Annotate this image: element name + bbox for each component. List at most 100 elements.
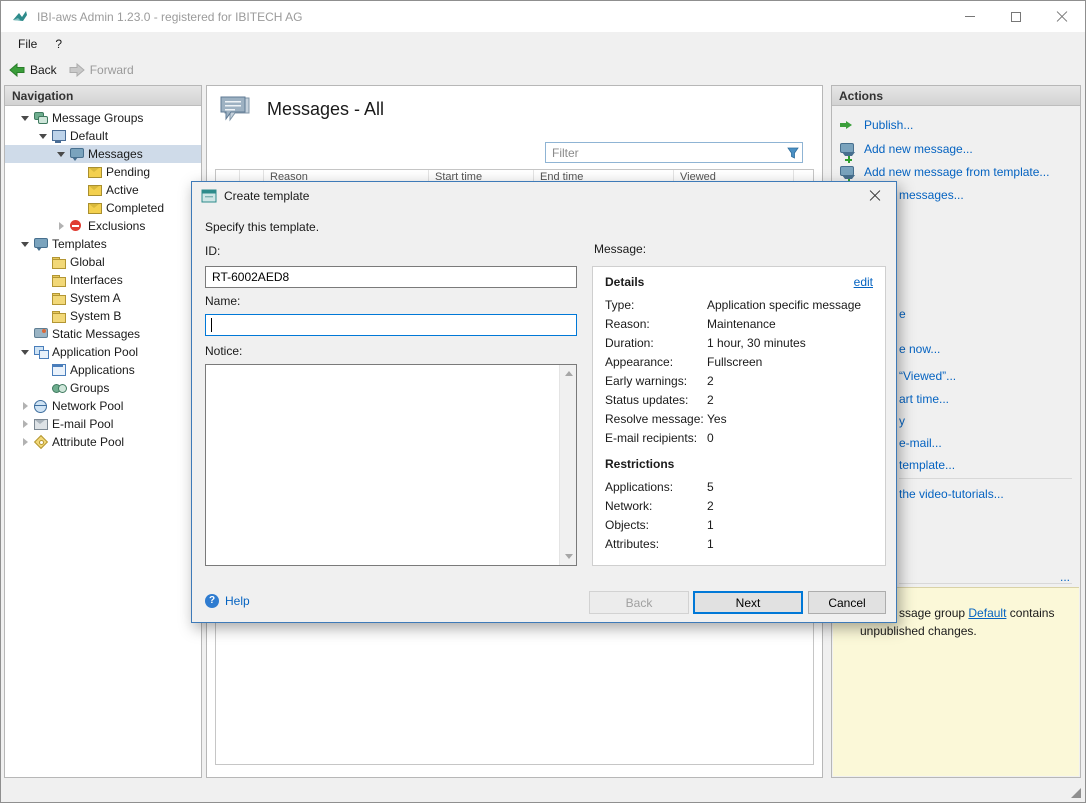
next-button[interactable]: Next <box>693 591 803 614</box>
forward-button[interactable]: Forward <box>69 63 134 77</box>
add-message-from-template-icon <box>839 165 854 179</box>
sidebar-item-message-groups[interactable]: Message Groups <box>5 109 201 127</box>
expand-icon[interactable] <box>17 398 33 414</box>
back-arrow-icon <box>9 63 25 77</box>
sidebar-item-exclusions[interactable]: Exclusions <box>5 217 201 235</box>
sidebar-item-active[interactable]: Active <box>5 181 201 199</box>
forward-arrow-icon <box>69 63 85 77</box>
actions-separator <box>899 583 1072 584</box>
back-dialog-button[interactable]: Back <box>589 591 689 614</box>
notice-field <box>205 364 577 566</box>
collapse-icon[interactable] <box>17 110 33 126</box>
detail-row-early-warnings: Early warnings: 2 <box>605 371 873 390</box>
sidebar-item-default[interactable]: Default <box>5 127 201 145</box>
message-label: Message: <box>594 242 646 256</box>
filter-input[interactable] <box>546 144 784 162</box>
action-fragment-video-tutorials[interactable]: the video-tutorials... <box>899 487 1004 501</box>
menu-file[interactable]: File <box>9 34 46 54</box>
action-publish[interactable]: Publish... <box>839 118 913 132</box>
menu-bar: File ? <box>1 32 1085 56</box>
notification-text-2: contains <box>1010 606 1055 620</box>
default-group-link[interactable]: Default <box>968 606 1006 620</box>
detail-row-email-recipients: E-mail recipients: 0 <box>605 428 873 447</box>
edit-link[interactable]: edit <box>854 275 873 289</box>
id-input[interactable] <box>205 266 577 288</box>
notice-scrollbar[interactable] <box>559 365 576 565</box>
cancel-button[interactable]: Cancel <box>808 591 886 614</box>
back-label: Back <box>30 63 57 77</box>
sidebar-item-completed[interactable]: Completed <box>5 199 201 217</box>
close-button[interactable] <box>1039 1 1085 32</box>
sidebar-item-groups[interactable]: Groups <box>5 379 201 397</box>
action-fragment-start-time[interactable]: art time... <box>899 392 949 406</box>
action-fragment-messages[interactable]: messages... <box>899 188 964 202</box>
sidebar-item-system-b[interactable]: System B <box>5 307 201 325</box>
restriction-row-applications: Applications: 5 <box>605 477 873 496</box>
collapse-icon[interactable] <box>35 128 51 144</box>
chevron-spacer <box>17 326 33 342</box>
restriction-row-objects: Objects: 1 <box>605 515 873 534</box>
active-icon <box>87 183 102 197</box>
network-pool-icon <box>33 399 48 413</box>
expand-icon[interactable] <box>53 218 69 234</box>
action-fragment-2[interactable]: e now... <box>899 342 940 356</box>
detail-row-resolve-message: Resolve message: Yes <box>605 409 873 428</box>
scroll-down-icon[interactable] <box>560 548 577 565</box>
action-fragment-template[interactable]: template... <box>899 458 955 472</box>
action-fragment-1[interactable]: e <box>899 307 906 321</box>
sidebar-item-global[interactable]: Global <box>5 253 201 271</box>
menu-help[interactable]: ? <box>46 34 71 54</box>
restriction-row-network: Network: 2 <box>605 496 873 515</box>
chevron-spacer <box>71 200 87 216</box>
scroll-up-icon[interactable] <box>560 365 577 382</box>
publish-icon <box>839 118 854 132</box>
add-message-icon <box>839 142 854 156</box>
notification-text-1: ssage group <box>899 606 965 620</box>
expand-icon[interactable] <box>17 434 33 450</box>
dialog-title: Create template <box>224 189 309 203</box>
action-fragment-ellipsis[interactable]: ... <box>1060 570 1070 584</box>
actions-separator <box>899 478 1072 479</box>
dialog-subtitle: Specify this template. <box>205 220 319 234</box>
action-add-new-message[interactable]: Add new message... <box>839 142 973 156</box>
sidebar-item-system-a[interactable]: System A <box>5 289 201 307</box>
help-link[interactable]: ? Help <box>205 594 250 608</box>
sidebar-item-email-pool[interactable]: E-mail Pool <box>5 415 201 433</box>
collapse-icon[interactable] <box>17 344 33 360</box>
sidebar-item-messages[interactable]: Messages <box>5 145 201 163</box>
restriction-row-attributes: Attributes: 1 <box>605 534 873 553</box>
status-bar <box>1 779 1085 802</box>
back-button[interactable]: Back <box>9 63 57 77</box>
action-fragment-5[interactable]: y <box>899 414 905 428</box>
sidebar-item-attribute-pool[interactable]: Attribute Pool <box>5 433 201 451</box>
resize-grip-icon[interactable] <box>1071 788 1081 798</box>
action-add-message-from-template[interactable]: Add new message from template... <box>839 165 1049 179</box>
attribute-pool-icon <box>33 435 48 449</box>
filter-funnel-icon[interactable] <box>784 147 802 159</box>
minimize-button[interactable] <box>947 1 993 32</box>
sidebar-item-pending[interactable]: Pending <box>5 163 201 181</box>
chevron-spacer <box>35 362 51 378</box>
name-input[interactable] <box>205 314 577 336</box>
expand-icon[interactable] <box>17 416 33 432</box>
chevron-spacer <box>71 182 87 198</box>
sidebar-item-templates[interactable]: Templates <box>5 235 201 253</box>
collapse-icon[interactable] <box>17 236 33 252</box>
dialog-close-button[interactable] <box>854 182 896 210</box>
messages-page-icon <box>219 96 251 123</box>
sidebar-item-static-messages[interactable]: Static Messages <box>5 325 201 343</box>
collapse-icon[interactable] <box>53 146 69 162</box>
name-label: Name: <box>205 294 240 308</box>
page-title: Messages - All <box>267 99 384 120</box>
help-label: Help <box>225 594 250 608</box>
action-fragment-viewed[interactable]: “Viewed”... <box>899 369 956 383</box>
chevron-spacer <box>35 290 51 306</box>
notice-textarea[interactable] <box>206 365 559 565</box>
maximize-button[interactable] <box>993 1 1039 32</box>
action-fragment-email[interactable]: e-mail... <box>899 436 942 450</box>
notification-text-3: unpublished changes. <box>860 624 977 639</box>
sidebar-item-application-pool[interactable]: Application Pool <box>5 343 201 361</box>
sidebar-item-applications[interactable]: Applications <box>5 361 201 379</box>
sidebar-item-interfaces[interactable]: Interfaces <box>5 271 201 289</box>
sidebar-item-network-pool[interactable]: Network Pool <box>5 397 201 415</box>
